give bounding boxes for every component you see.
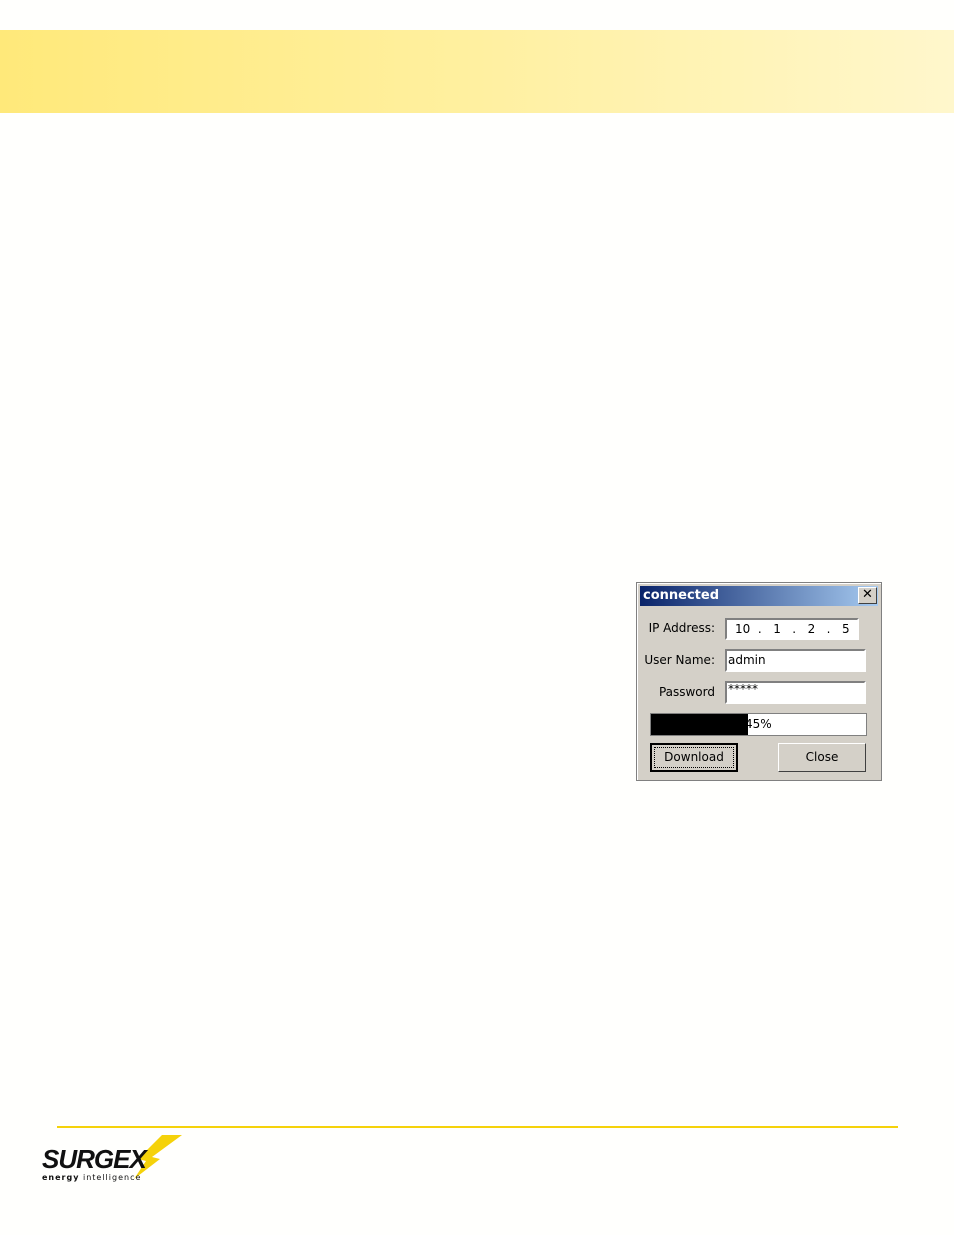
download-label: Download (654, 747, 734, 768)
close-icon[interactable]: ✕ (858, 587, 877, 604)
header-band (0, 30, 954, 113)
ip-octet-2: 1 (773, 622, 781, 636)
password-input[interactable]: ***** (725, 681, 866, 704)
password-label: Password (658, 685, 715, 699)
user-name-input[interactable]: admin (725, 649, 866, 672)
ip-octet-1: 10 (735, 622, 751, 636)
ip-dot: . (757, 622, 762, 636)
progress-text: 45% (745, 717, 772, 731)
svg-text:energy intelligence: energy intelligence (42, 1173, 141, 1182)
ip-octet-3: 2 (807, 622, 816, 636)
ip-address-label: IP Address: (648, 621, 715, 635)
dialog-title: connected (643, 588, 720, 603)
ip-octet-4: 5 (841, 622, 850, 636)
connect-dialog: connected ✕ IP Address: 10 . 1 . 2 . 5 U… (636, 582, 882, 781)
surgex-logo: SURGEX energy intelligence (42, 1135, 182, 1189)
download-button[interactable]: Download (650, 743, 738, 772)
progress-fill (651, 714, 748, 735)
download-progress-bar: 45% (650, 713, 867, 736)
svg-text:SURGEX: SURGEX (42, 1144, 148, 1174)
footer-rule (57, 1126, 898, 1128)
ip-dot: . (826, 622, 831, 636)
ip-dot: . (792, 622, 797, 636)
user-name-label: User Name: (644, 653, 715, 667)
close-button[interactable]: Close (778, 743, 866, 772)
dialog-title-bar[interactable]: connected (640, 586, 878, 606)
ip-address-input[interactable]: 10 . 1 . 2 . 5 (725, 618, 859, 640)
